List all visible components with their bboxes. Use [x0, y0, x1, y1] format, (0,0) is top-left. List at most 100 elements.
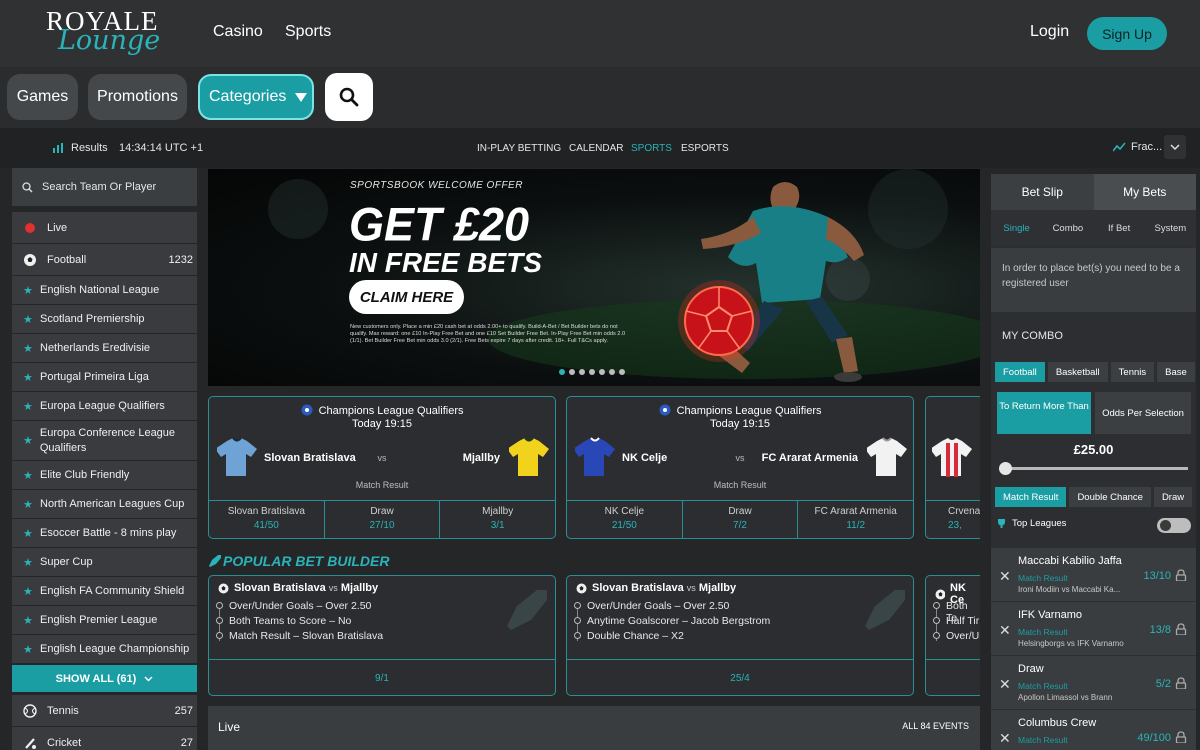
star-icon[interactable]: ★ [23, 585, 33, 598]
market-draw[interactable]: Draw [1153, 487, 1193, 507]
bet-builder-odds-button[interactable]: 25/4 [567, 659, 913, 695]
sidebar-item-league[interactable]: ★ English FA Community Shield [12, 577, 197, 605]
match-card[interactable]: Champions League Qualifiers Today 19:15 … [566, 396, 914, 539]
star-icon[interactable]: ★ [23, 498, 33, 511]
sidebar-item-cricket[interactable]: Cricket 27 [12, 727, 197, 750]
all-events-link[interactable]: ALL 84 EVENTS [902, 721, 969, 731]
odds-per-selection-button[interactable]: Odds Per Selection [1095, 392, 1191, 434]
carousel-dot[interactable] [599, 369, 605, 375]
categories-dropdown[interactable]: Categories [198, 74, 314, 120]
sidebar-item-league[interactable]: ★ Netherlands Eredivisie [12, 334, 197, 362]
star-icon[interactable]: ★ [23, 527, 33, 540]
amount-slider-track[interactable] [1001, 467, 1188, 470]
lock-icon[interactable] [1175, 677, 1187, 689]
remove-icon[interactable]: ✕ [999, 622, 1011, 639]
tab-in-play-betting[interactable]: IN-PLAY BETTING [477, 143, 561, 154]
sidebar-item-tennis[interactable]: Tennis 257 [12, 695, 197, 726]
remove-icon[interactable]: ✕ [999, 568, 1011, 585]
show-all-button[interactable]: SHOW ALL (61) [12, 665, 197, 692]
combo-sport-football[interactable]: Football [995, 362, 1045, 382]
match-card[interactable]: Champions League Qualifiers Today 19:15 … [208, 396, 556, 539]
results-link[interactable]: Results [71, 142, 108, 154]
sidebar-item-league[interactable]: ★ North American Leagues Cup [12, 490, 197, 518]
star-icon[interactable]: ★ [23, 469, 33, 482]
tab-system[interactable]: System [1145, 223, 1196, 234]
search-input[interactable]: Search Team Or Player [12, 168, 197, 206]
promo-banner[interactable]: SPORTSBOOK WELCOME OFFER GET £20 IN FREE… [208, 169, 980, 386]
tab-if-bet[interactable]: If Bet [1094, 223, 1145, 234]
combo-selection-row[interactable]: ✕ IFK Varnamo Match Result Helsingborgs … [991, 602, 1196, 656]
star-icon[interactable]: ★ [23, 434, 33, 447]
odds-button-away[interactable]: FC Ararat Armenia 11/2 [798, 501, 913, 538]
odds-button-home[interactable]: NK Celje 21/50 [567, 501, 683, 538]
signup-button[interactable]: Sign Up [1087, 17, 1167, 50]
tab-bet-slip[interactable]: Bet Slip [991, 174, 1094, 210]
sidebar-item-league[interactable]: ★ Elite Club Friendly [12, 461, 197, 489]
selection-odds[interactable]: 49/100 [1137, 732, 1171, 744]
carousel-dot[interactable] [569, 369, 575, 375]
lock-icon[interactable] [1175, 623, 1187, 635]
bet-builder-odds-button[interactable]: 9/1 [209, 659, 555, 695]
sidebar-item-live[interactable]: Live [12, 212, 197, 243]
odds-button-away[interactable]: Mjallby 3/1 [440, 501, 555, 538]
star-icon[interactable]: ★ [23, 342, 33, 355]
nav-casino[interactable]: Casino [213, 23, 263, 41]
amount-slider-handle[interactable] [999, 462, 1012, 475]
tab-sports[interactable]: SPORTS [631, 143, 672, 154]
bet-builder-card[interactable]: Slovan Bratislava vs Mjallby Over/Under … [566, 575, 914, 696]
carousel-dot[interactable] [579, 369, 585, 375]
selection-odds[interactable]: 5/2 [1156, 678, 1171, 690]
sidebar-item-football[interactable]: Football 1232 [12, 244, 197, 275]
login-link[interactable]: Login [1030, 23, 1069, 41]
combo-sport-tennis[interactable]: Tennis [1110, 362, 1155, 382]
top-leagues-toggle[interactable] [1157, 518, 1191, 533]
sidebar-item-league[interactable]: ★ Super Cup [12, 548, 197, 576]
market-double-chance[interactable]: Double Chance [1069, 487, 1151, 507]
bet-builder-odds-button[interactable] [926, 659, 980, 695]
remove-icon[interactable]: ✕ [999, 730, 1011, 747]
games-button[interactable]: Games [7, 74, 78, 120]
star-icon[interactable]: ★ [23, 556, 33, 569]
search-button[interactable] [325, 73, 373, 121]
star-icon[interactable]: ★ [23, 284, 33, 297]
carousel-dots[interactable] [559, 369, 625, 375]
carousel-dot[interactable] [619, 369, 625, 375]
combo-selection-row[interactable]: ✕ Maccabi Kabilio Jaffa Match Result Iro… [991, 548, 1196, 602]
odds-button-home[interactable]: Crvena 23, [926, 501, 980, 538]
combo-sport-baseball[interactable]: Base [1157, 362, 1195, 382]
tab-single[interactable]: Single [991, 223, 1042, 234]
market-match-result[interactable]: Match Result [995, 487, 1067, 507]
match-card-partial[interactable]: Crvena 23, [925, 396, 980, 539]
star-icon[interactable]: ★ [23, 400, 33, 413]
combo-selection-row[interactable]: ✕ Columbus Crew Match Result 49/100 [991, 710, 1196, 750]
to-return-more-than-button[interactable]: To Return More Than [997, 392, 1091, 434]
nav-sports[interactable]: Sports [285, 23, 331, 41]
star-icon[interactable]: ★ [23, 643, 33, 656]
bet-builder-card[interactable]: Slovan Bratislava vs Mjallby Over/Under … [208, 575, 556, 696]
lock-icon[interactable] [1175, 569, 1187, 581]
odds-button-home[interactable]: Slovan Bratislava 41/50 [209, 501, 325, 538]
sidebar-item-league[interactable]: ★ Esoccer Battle - 8 mins play [12, 519, 197, 547]
claim-here-button[interactable]: CLAIM HERE [349, 280, 464, 314]
sidebar-item-league[interactable]: ★ English National League [12, 276, 197, 304]
star-icon[interactable]: ★ [23, 313, 33, 326]
star-icon[interactable]: ★ [23, 614, 33, 627]
odds-format-select[interactable]: Frac... [1131, 141, 1162, 153]
odds-format-toggle[interactable] [1164, 135, 1186, 159]
sidebar-item-league[interactable]: ★ Scotland Premiership [12, 305, 197, 333]
sidebar-item-league[interactable]: ★ Europa Conference League Qualifiers [12, 421, 197, 460]
odds-button-draw[interactable]: Draw 27/10 [325, 501, 441, 538]
odds-button-draw[interactable]: Draw 7/2 [683, 501, 799, 538]
remove-icon[interactable]: ✕ [999, 676, 1011, 693]
promotions-button[interactable]: Promotions [88, 74, 187, 120]
sidebar-item-league[interactable]: ★ Europa League Qualifiers [12, 392, 197, 420]
tab-calendar[interactable]: CALENDAR [569, 143, 623, 154]
sidebar-item-league[interactable]: ★ Portugal Primeira Liga [12, 363, 197, 391]
tab-combo[interactable]: Combo [1042, 223, 1093, 234]
carousel-dot[interactable] [609, 369, 615, 375]
combo-selection-row[interactable]: ✕ Draw Match Result Apollon Limassol vs … [991, 656, 1196, 710]
star-icon[interactable]: ★ [23, 371, 33, 384]
selection-odds[interactable]: 13/10 [1143, 570, 1171, 582]
combo-sport-basketball[interactable]: Basketball [1047, 362, 1108, 382]
carousel-dot[interactable] [589, 369, 595, 375]
